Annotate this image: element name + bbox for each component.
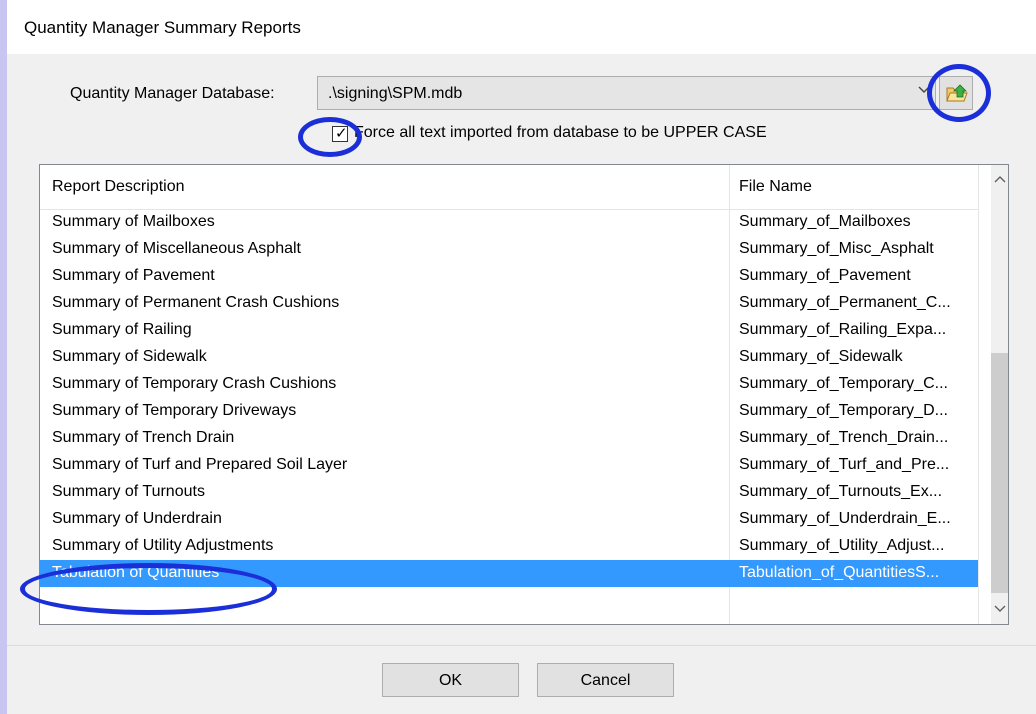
file-name-cell: Summary_of_Utility_Adjust...: [739, 537, 945, 554]
table-row[interactable]: Summary of Miscellaneous Asphalt Summary_…: [40, 236, 978, 263]
table-row[interactable]: Summary of Permanent Crash Cushions Summa…: [40, 290, 978, 317]
scrollbar-thumb[interactable]: [991, 353, 1008, 593]
table-row[interactable]: Summary of Temporary Driveways Summary_of…: [40, 398, 978, 425]
quantity-manager-dialog: Quantity Manager Summary Reports Quantit…: [7, 0, 1036, 714]
uppercase-label: Force all text imported from database to…: [354, 124, 767, 141]
database-label: Quantity Manager Database:: [70, 85, 275, 102]
report-description-cell: Summary of Permanent Crash Cushions: [52, 294, 340, 311]
file-name-cell: Summary_of_Misc_Asphalt: [739, 240, 934, 257]
report-description-cell: Summary of Turf and Prepared Soil Layer: [52, 456, 348, 473]
database-combobox[interactable]: .\signing\SPM.mdb: [317, 76, 936, 110]
title-bar: Quantity Manager Summary Reports: [7, 0, 1036, 54]
vertical-scrollbar[interactable]: [991, 165, 1008, 624]
table-row[interactable]: Summary of Mailboxes Summary_of_Mailboxes: [40, 209, 978, 236]
report-description-cell: Summary of Sidewalk: [52, 348, 207, 365]
window-title: Quantity Manager Summary Reports: [24, 18, 301, 37]
chevron-up-icon[interactable]: [991, 170, 1008, 190]
file-name-cell: Summary_of_Turf_and_Pre...: [739, 456, 950, 473]
chevron-down-icon[interactable]: [991, 600, 1008, 620]
column-divider: [978, 165, 979, 624]
browse-database-button[interactable]: [939, 76, 973, 110]
file-name-cell: Summary_of_Turnouts_Ex...: [739, 483, 943, 500]
report-description-cell: Summary of Trench Drain: [52, 429, 235, 446]
grid-rows: Summary of Mailboxes Summary_of_Mailboxes…: [40, 209, 978, 587]
table-row[interactable]: Summary of Pavement Summary_of_Pavement: [40, 263, 978, 290]
report-description-cell: Summary of Mailboxes: [52, 213, 215, 230]
report-description-cell: Tabulation of Quantities: [52, 564, 220, 581]
file-name-cell: Tabulation_of_QuantitiesS...: [739, 564, 940, 581]
table-row[interactable]: Summary of Temporary Crash Cushions Summa…: [40, 371, 978, 398]
annotation-ellipse-checkbox: [298, 117, 362, 157]
file-name-cell: Summary_of_Temporary_C...: [739, 375, 948, 392]
file-name-cell: Summary_of_Permanent_C...: [739, 294, 951, 311]
report-description-cell: Summary of Turnouts: [52, 483, 205, 500]
report-description-cell: Summary of Temporary Driveways: [52, 402, 297, 419]
table-row[interactable]: Summary of Utility Adjustments Summary_of…: [40, 533, 978, 560]
file-name-cell: Summary_of_Underdrain_E...: [739, 510, 951, 527]
table-row[interactable]: Summary of Trench Drain Summary_of_Trench…: [40, 425, 978, 452]
file-name-cell: Summary_of_Pavement: [739, 267, 911, 284]
table-row-selected[interactable]: Tabulation of Quantities Tabulation_of_Qu…: [40, 560, 978, 587]
check-icon: ✓: [335, 125, 348, 142]
database-value: .\signing\SPM.mdb: [328, 85, 463, 102]
grid-header: Report Description File Name: [40, 165, 978, 210]
table-row[interactable]: Summary of Railing Summary_of_Railing_Exp…: [40, 317, 978, 344]
column-header-file-name[interactable]: File Name: [739, 178, 812, 196]
table-row[interactable]: Summary of Turf and Prepared Soil Layer S…: [40, 452, 978, 479]
file-name-cell: Summary_of_Mailboxes: [739, 213, 911, 230]
report-description-cell: Summary of Miscellaneous Asphalt: [52, 240, 301, 257]
table-row[interactable]: Summary of Turnouts Summary_of_Turnouts_E…: [40, 479, 978, 506]
cancel-button[interactable]: Cancel: [537, 663, 674, 697]
file-name-cell: Summary_of_Temporary_D...: [739, 402, 948, 419]
footer-divider: [7, 645, 1036, 646]
report-description-cell: Summary of Temporary Crash Cushions: [52, 375, 337, 392]
ok-button[interactable]: OK: [382, 663, 519, 697]
report-description-cell: Summary of Railing: [52, 321, 192, 338]
file-name-cell: Summary_of_Sidewalk: [739, 348, 903, 365]
file-name-cell: Summary_of_Railing_Expa...: [739, 321, 947, 338]
file-name-cell: Summary_of_Trench_Drain...: [739, 429, 949, 446]
table-row[interactable]: Summary of Underdrain Summary_of_Underdra…: [40, 506, 978, 533]
table-row[interactable]: Summary of Sidewalk Summary_of_Sidewalk: [40, 344, 978, 371]
report-description-cell: Summary of Utility Adjustments: [52, 537, 274, 554]
uppercase-checkbox[interactable]: ✓: [332, 125, 348, 142]
report-description-cell: Summary of Pavement: [52, 267, 215, 284]
report-description-cell: Summary of Underdrain: [52, 510, 222, 527]
chevron-down-icon[interactable]: [917, 83, 931, 100]
report-grid[interactable]: Report Description File Name Summary of …: [39, 164, 1009, 625]
column-header-report-description[interactable]: Report Description: [52, 178, 185, 196]
